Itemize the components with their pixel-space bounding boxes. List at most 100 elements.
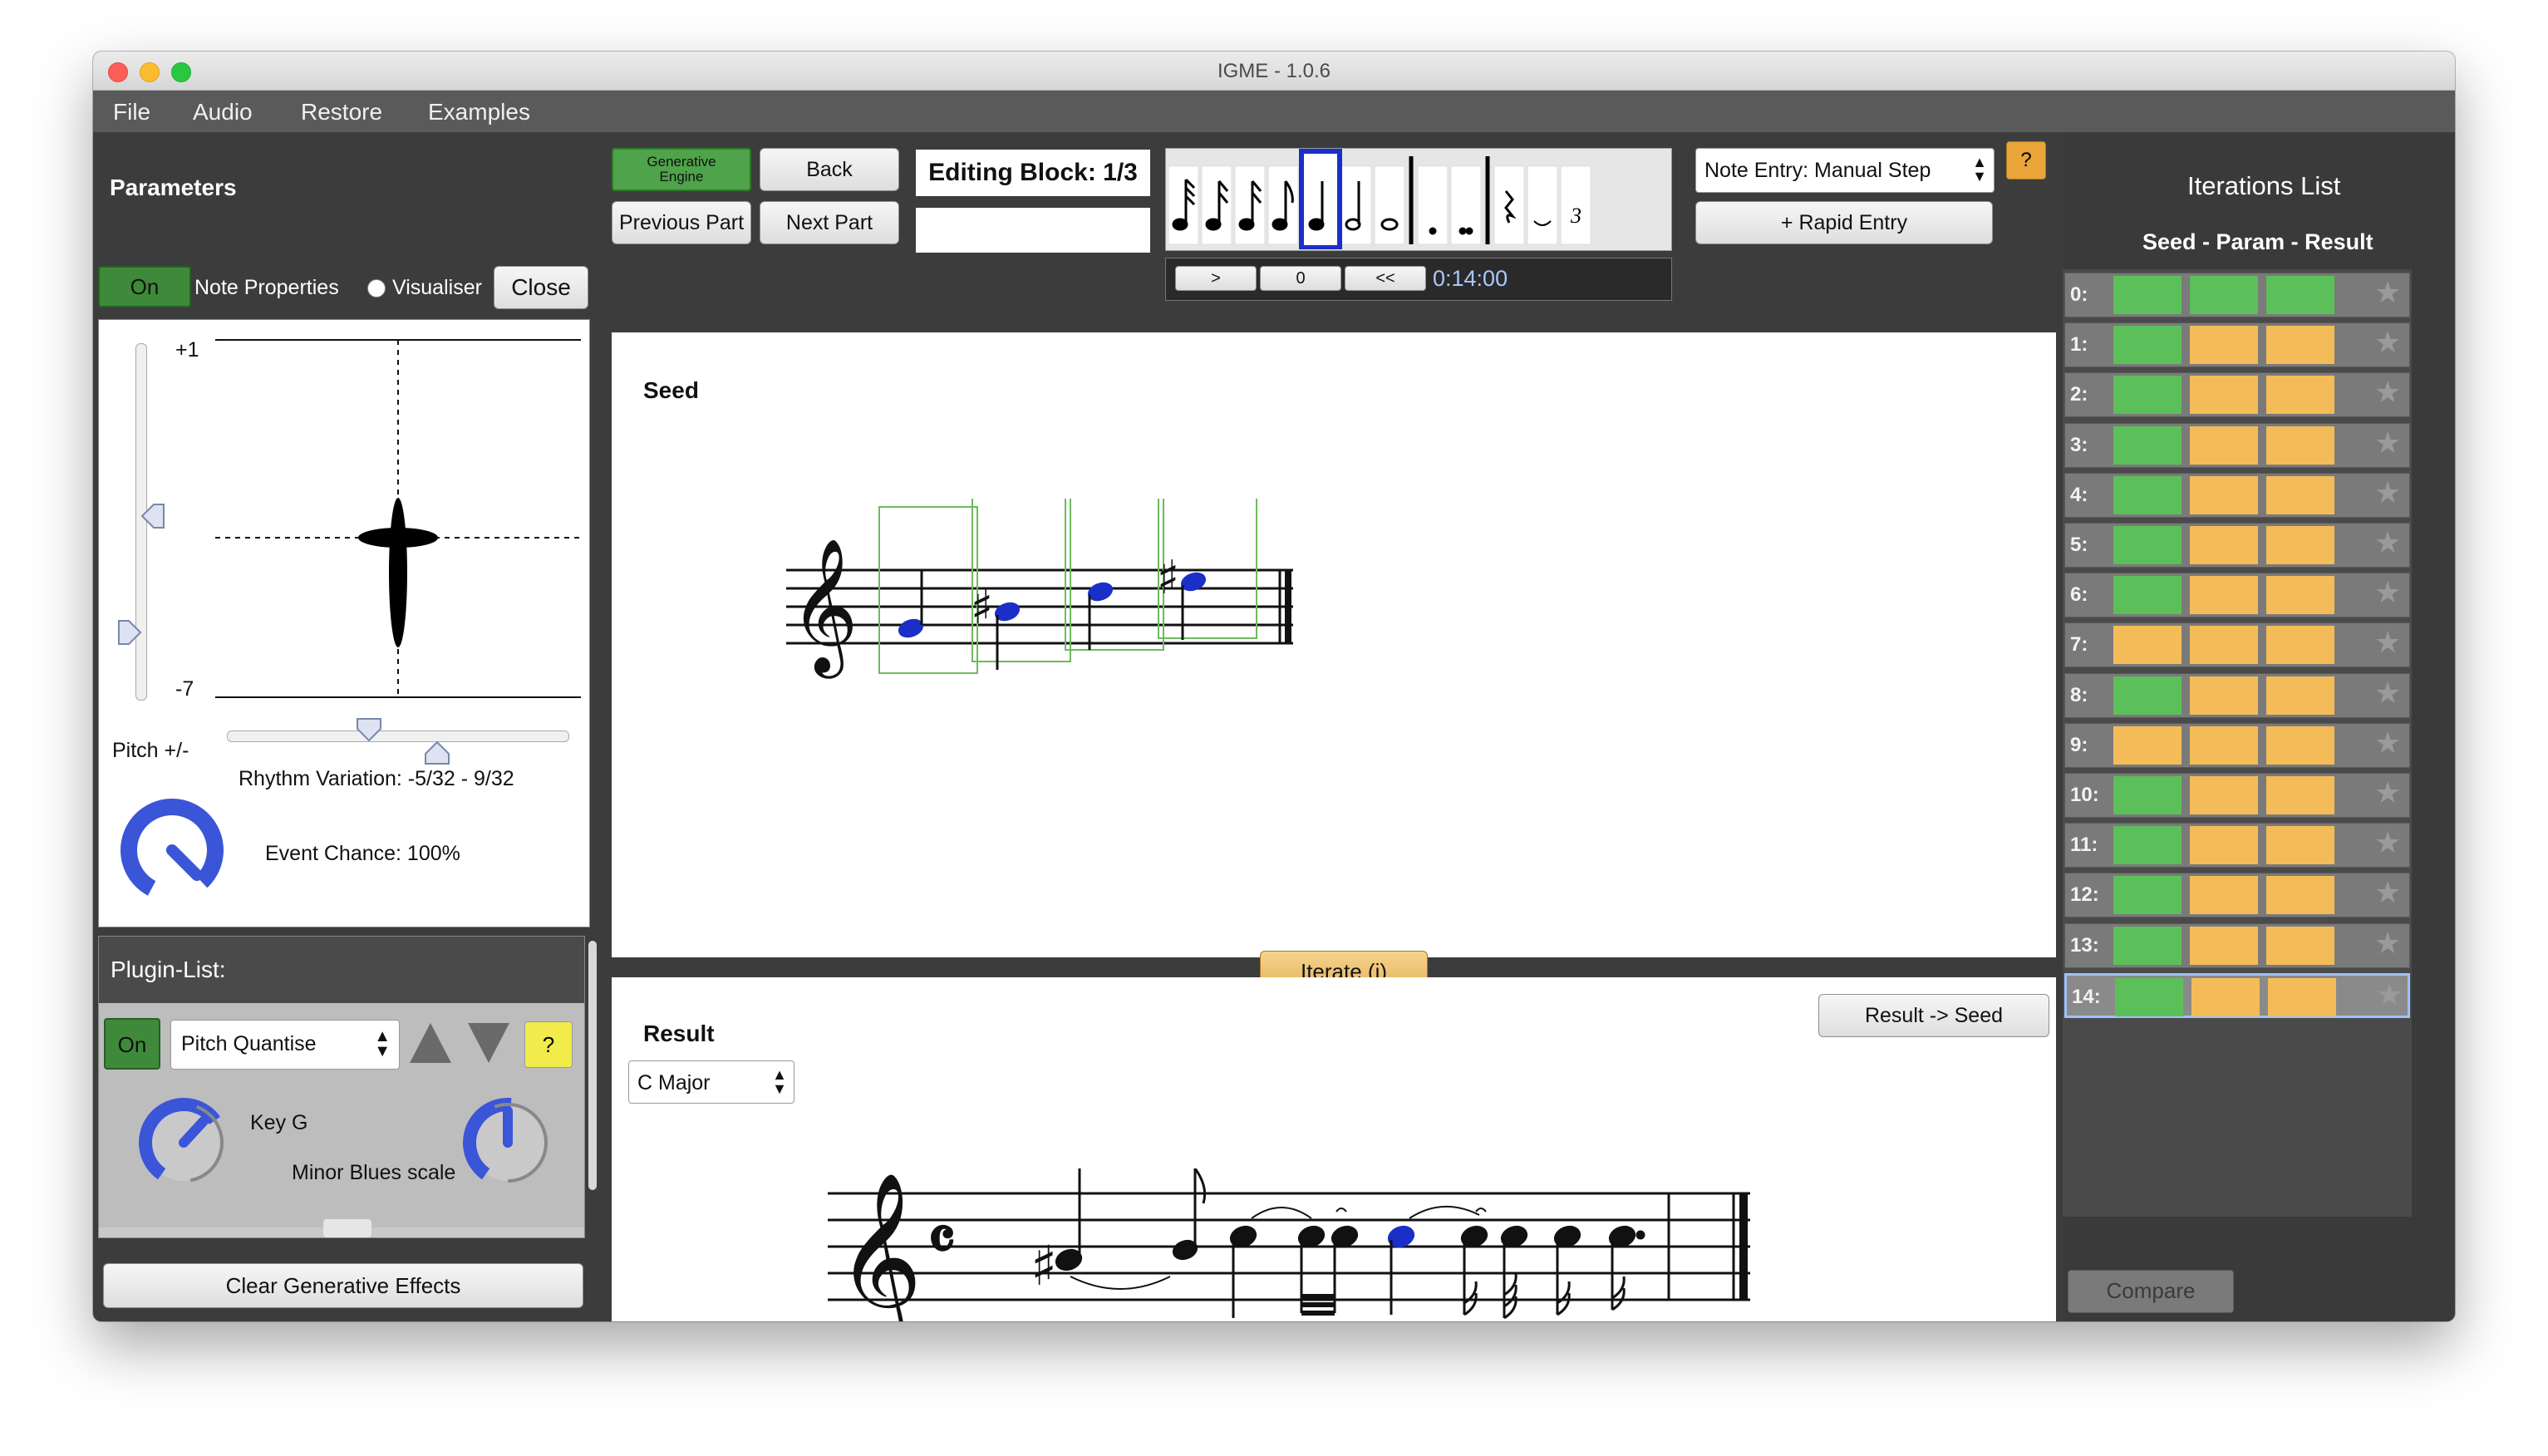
iteration-seed-status — [2113, 926, 2182, 965]
note-properties-label[interactable]: Note Properties — [194, 276, 339, 300]
pitch-upper-slider-handle[interactable] — [139, 503, 167, 529]
favorite-star-icon[interactable]: ★ — [2374, 625, 2401, 660]
clear-generative-effects-button[interactable]: Clear Generative Effects — [103, 1263, 583, 1308]
iteration-row[interactable]: 6: ★ — [2064, 573, 2410, 618]
favorite-star-icon[interactable]: ★ — [2374, 926, 2401, 961]
favorite-star-icon[interactable]: ★ — [2374, 275, 2401, 310]
iteration-row[interactable]: 11: ★ — [2064, 823, 2410, 868]
move-down-icon[interactable] — [465, 1020, 513, 1066]
result-to-seed-button[interactable]: Result -> Seed — [1818, 994, 2049, 1037]
iteration-row[interactable]: 5: ★ — [2064, 523, 2410, 568]
iteration-result-status — [2266, 376, 2334, 415]
iteration-seed-status — [2113, 826, 2182, 865]
key-knob-icon[interactable] — [132, 1091, 235, 1194]
iteration-result-status — [2266, 326, 2334, 365]
iteration-index: 1: — [2070, 333, 2088, 357]
generative-engine-button[interactable]: Generative Engine — [612, 148, 751, 191]
iteration-index: 5: — [2070, 534, 2088, 556]
parameters-close-button[interactable]: Close — [494, 266, 588, 309]
iteration-seed-status — [2113, 276, 2182, 314]
note-entry-help-button[interactable]: ? — [2006, 141, 2046, 180]
iteration-index: 9: — [2070, 733, 2088, 756]
iteration-index: 13: — [2070, 933, 2099, 957]
select-arrows-icon: ▲ ▼ — [1972, 154, 1987, 184]
iteration-seed-status — [2115, 977, 2183, 1016]
plugin-select[interactable]: Pitch Quantise ▲ ▼ — [170, 1020, 400, 1070]
note-entry-select[interactable]: Note Entry: Manual Step ▲ ▼ — [1695, 148, 1995, 193]
iteration-seed-status — [2113, 376, 2182, 415]
favorite-star-icon[interactable]: ★ — [2374, 676, 2401, 711]
rewind-button[interactable]: << — [1345, 266, 1426, 291]
favorite-star-icon[interactable]: ★ — [2374, 875, 2401, 910]
reset-button[interactable]: 0 — [1260, 266, 1341, 291]
visualiser-radio[interactable] — [367, 279, 386, 298]
rhythm-left-slider-handle[interactable] — [355, 716, 383, 744]
iteration-row[interactable]: 7: ★ — [2064, 622, 2410, 668]
plugin-list-scroll-handle[interactable] — [323, 1219, 371, 1237]
iteration-seed-status — [2113, 576, 2182, 615]
favorite-star-icon[interactable]: ★ — [2374, 575, 2401, 610]
plugin-key-label: Key G — [250, 1111, 308, 1134]
plugin-list-scrollbar[interactable] — [588, 941, 597, 1190]
rapid-entry-button[interactable]: + Rapid Entry — [1695, 201, 1993, 244]
pitch-lower-slider-handle[interactable] — [116, 619, 144, 646]
treble-clef-icon: 𝄞 — [836, 1171, 922, 1321]
favorite-star-icon[interactable]: ★ — [2374, 425, 2401, 460]
iteration-index: 4: — [2070, 483, 2088, 506]
favorite-star-icon[interactable]: ★ — [2374, 775, 2401, 810]
iteration-row[interactable]: 14: ★ — [2064, 972, 2410, 1018]
favorite-star-icon[interactable]: ★ — [2374, 375, 2401, 410]
rhythm-right-slider-handle[interactable] — [423, 739, 451, 767]
menu-restore[interactable]: Restore — [301, 99, 382, 125]
menu-examples[interactable]: Examples — [428, 99, 530, 125]
plugin-list-title: Plugin-List: — [111, 957, 226, 982]
favorite-star-icon[interactable]: ★ — [2374, 325, 2401, 360]
scale-knob-icon[interactable] — [456, 1091, 559, 1194]
event-chance-knob-icon[interactable] — [114, 792, 230, 908]
play-button[interactable]: > — [1175, 266, 1257, 291]
favorite-star-icon[interactable]: ★ — [2374, 525, 2401, 560]
iteration-row[interactable]: 8: ★ — [2064, 672, 2410, 718]
back-button[interactable]: Back — [760, 148, 899, 191]
rhythm-horizontal-slider-track[interactable] — [227, 730, 569, 742]
parameters-on-button[interactable]: On — [98, 266, 191, 307]
iteration-row[interactable]: 2: ★ — [2064, 372, 2410, 418]
iteration-index: 6: — [2070, 583, 2088, 607]
plugin-on-button[interactable]: On — [104, 1018, 160, 1070]
iteration-param-status — [2190, 326, 2258, 365]
menu-file[interactable]: File — [113, 99, 150, 125]
menu-bar: File Audio Restore Examples — [93, 91, 2455, 132]
favorite-star-icon[interactable]: ★ — [2374, 475, 2401, 510]
favorite-star-icon[interactable]: ★ — [2376, 977, 2403, 1012]
iteration-row[interactable]: 12: ★ — [2064, 873, 2410, 918]
iteration-seed-status — [2113, 626, 2182, 665]
compare-button[interactable]: Compare — [2068, 1270, 2234, 1313]
plugin-help-button[interactable]: ? — [524, 1021, 573, 1068]
previous-part-button[interactable]: Previous Part — [612, 201, 751, 244]
next-part-button[interactable]: Next Part — [760, 201, 899, 244]
move-up-icon[interactable] — [406, 1020, 455, 1066]
iteration-row[interactable]: 10: ★ — [2064, 773, 2410, 818]
iteration-row[interactable]: 9: ★ — [2064, 722, 2410, 768]
iteration-row[interactable]: 13: ★ — [2064, 922, 2410, 968]
iteration-result-status — [2266, 526, 2334, 564]
iteration-result-status — [2266, 626, 2334, 665]
iteration-row[interactable]: 4: ★ — [2064, 472, 2410, 518]
plugin-list-panel: Plugin-List: On Pitch Quantise ▲ ▼ ? Key … — [98, 936, 585, 1238]
iterations-title: Iterations List — [2187, 171, 2341, 200]
iteration-seed-status — [2113, 326, 2182, 365]
iteration-param-status — [2190, 926, 2258, 965]
iteration-row[interactable]: 1: ★ — [2064, 322, 2410, 368]
pitch-range-label: Pitch +/- — [112, 739, 189, 762]
svg-text:♯: ♯ — [1157, 551, 1179, 605]
result-key-select[interactable]: C Major ▲ ▼ — [628, 1060, 794, 1104]
iteration-index: 0: — [2070, 283, 2088, 306]
iteration-result-status — [2266, 276, 2334, 314]
iteration-row[interactable]: 3: ★ — [2064, 422, 2410, 468]
iteration-row[interactable]: 0: ★ — [2064, 273, 2410, 317]
iteration-param-status — [2190, 276, 2258, 314]
block-name-input[interactable] — [916, 208, 1150, 253]
favorite-star-icon[interactable]: ★ — [2374, 825, 2401, 860]
menu-audio[interactable]: Audio — [193, 99, 253, 125]
favorite-star-icon[interactable]: ★ — [2374, 726, 2401, 760]
